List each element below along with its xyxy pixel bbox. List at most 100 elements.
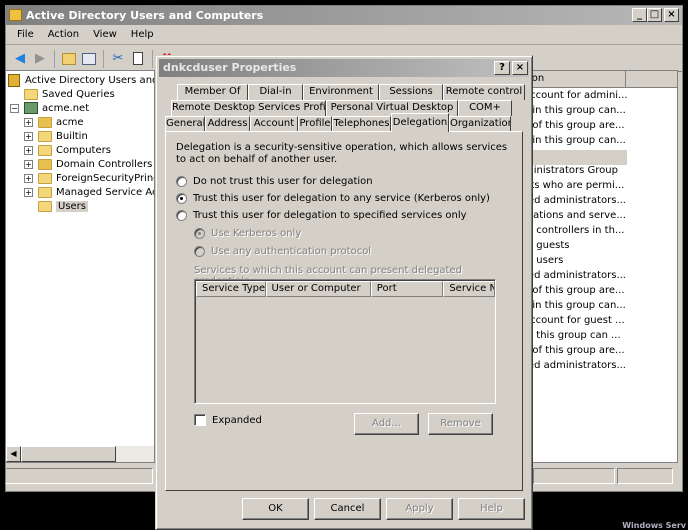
- expand-icon[interactable]: +: [24, 159, 33, 169]
- radio-button[interactable]: [176, 193, 187, 204]
- column-port[interactable]: Port: [370, 281, 444, 297]
- tab-general[interactable]: General: [165, 116, 205, 132]
- show-console-tree-icon[interactable]: [81, 51, 97, 67]
- tree-item-acme-net[interactable]: − acme.net: [10, 101, 89, 115]
- tree-item-acme[interactable]: + acme: [24, 115, 84, 129]
- list-row[interactable]: ted administrators...: [521, 195, 627, 210]
- expand-icon[interactable]: +: [24, 131, 33, 141]
- tree-item-users[interactable]: Users: [38, 199, 89, 213]
- list-row[interactable]: s of this group are...: [521, 285, 627, 300]
- scrollbar-thumb[interactable]: [21, 446, 116, 462]
- services-list-header: Service Type User or Computer Port Servi…: [196, 281, 495, 297]
- back-arrow-icon[interactable]: ◀: [12, 51, 28, 67]
- column-extra[interactable]: [626, 71, 677, 88]
- dialog-title: dnkcduser Properties: [163, 61, 297, 74]
- apply-button[interactable]: Apply: [386, 498, 453, 520]
- radio-button: [194, 228, 205, 239]
- list-row[interactable]: s in this group can...: [521, 300, 627, 315]
- column-service-name[interactable]: Service Na: [443, 281, 495, 297]
- column-service-type[interactable]: Service Type: [196, 281, 266, 297]
- expand-icon[interactable]: +: [24, 187, 33, 197]
- list-row[interactable]: in this group can ...: [521, 330, 627, 345]
- list-row[interactable]: account for guest ...: [521, 315, 627, 330]
- column-user-or-computer[interactable]: User or Computer: [265, 281, 371, 297]
- tab-remote-control[interactable]: Remote control: [443, 84, 525, 100]
- tab-address[interactable]: Address: [205, 116, 250, 132]
- tab-dial-in[interactable]: Dial-in: [248, 84, 303, 100]
- tree-item-computers[interactable]: + Computers: [24, 143, 111, 157]
- tree-item-saved-queries[interactable]: Saved Queries: [24, 87, 115, 101]
- list-row[interactable]: s in this group can...: [521, 135, 627, 150]
- horizontal-scrollbar[interactable]: ◀: [6, 446, 154, 462]
- menu-file[interactable]: File: [10, 29, 41, 41]
- tree-item-foreign-security-principals[interactable]: + ForeignSecurityPrinci: [24, 171, 154, 185]
- expand-icon[interactable]: +: [24, 145, 33, 155]
- menu-help[interactable]: Help: [124, 29, 161, 41]
- list-row[interactable]: stations and serve...: [521, 210, 627, 225]
- list-row[interactable]: in users: [521, 255, 627, 270]
- expand-icon[interactable]: +: [24, 117, 33, 127]
- list-row[interactable]: s in this group can...: [521, 105, 627, 120]
- dialog-close-button[interactable]: ×: [512, 61, 528, 75]
- menu-view[interactable]: View: [86, 29, 124, 41]
- tree-root[interactable]: Active Directory Users and C: [8, 73, 154, 87]
- remove-button[interactable]: Remove: [428, 413, 493, 435]
- list-row[interactable]: in controllers in th...: [521, 225, 627, 240]
- list-row[interactable]: ted administrators...: [521, 270, 627, 285]
- list-row[interactable]: in guests: [521, 240, 627, 255]
- radio-use-kerberos-only: Use Kerberos only: [194, 228, 301, 239]
- cut-icon[interactable]: ✂: [110, 51, 126, 67]
- tab-member-of[interactable]: Member Of: [177, 84, 248, 100]
- ok-button[interactable]: OK: [242, 498, 309, 520]
- tab-telephones[interactable]: Telephones: [332, 116, 391, 132]
- tree-item-label: Computers: [56, 144, 111, 156]
- scroll-left-icon[interactable]: ◀: [6, 446, 21, 462]
- radio-trust-specified-services[interactable]: Trust this user for delegation to specif…: [176, 210, 467, 221]
- forward-arrow-icon[interactable]: ▶: [32, 51, 48, 67]
- tab-account[interactable]: Account: [250, 116, 298, 132]
- list-row[interactable]: [521, 150, 627, 165]
- expanded-label: Expanded: [212, 414, 262, 426]
- column-description[interactable]: tion: [521, 71, 626, 88]
- help-question-button[interactable]: ?: [494, 61, 510, 75]
- tab-com-plus[interactable]: COM+: [458, 100, 512, 116]
- collapse-icon[interactable]: −: [10, 103, 19, 113]
- expand-icon[interactable]: +: [24, 173, 33, 183]
- list-row[interactable]: s of this group are...: [521, 120, 627, 135]
- toolbar-separator: [54, 49, 55, 68]
- help-button[interactable]: Help: [458, 498, 525, 520]
- radio-do-not-trust[interactable]: Do not trust this user for delegation: [176, 176, 373, 187]
- list-row[interactable]: ted administrators...: [521, 360, 627, 375]
- up-folder-icon[interactable]: [61, 51, 77, 67]
- tab-delegation[interactable]: Delegation: [391, 113, 449, 132]
- add-button[interactable]: Add...: [354, 413, 419, 435]
- close-button[interactable]: ×: [664, 8, 679, 22]
- tab-profile[interactable]: Profile: [298, 116, 332, 132]
- radio-trust-any-service[interactable]: Trust this user for delegation to any se…: [176, 193, 490, 204]
- list-row[interactable]: ministrators Group: [521, 165, 627, 180]
- expanded-checkbox-row[interactable]: Expanded: [194, 414, 262, 426]
- menu-action[interactable]: Action: [41, 29, 86, 41]
- os-watermark: Windows Serv: [622, 521, 686, 530]
- list-row[interactable]: s of this group are...: [521, 345, 627, 360]
- maximize-button[interactable]: □: [647, 8, 662, 22]
- tree-item-label: Domain Controllers: [56, 158, 153, 170]
- tab-rds-profile[interactable]: Remote Desktop Services Profile: [171, 100, 326, 116]
- tab-organization[interactable]: Organization: [449, 116, 511, 132]
- tab-sessions[interactable]: Sessions: [379, 84, 443, 100]
- minimize-button[interactable]: _: [632, 8, 647, 22]
- cancel-button[interactable]: Cancel: [314, 498, 381, 520]
- list-row[interactable]: nts who are permi...: [521, 180, 627, 195]
- radio-button[interactable]: [176, 210, 187, 221]
- tab-environment[interactable]: Environment: [303, 84, 379, 100]
- tree-item-builtin[interactable]: + Builtin: [24, 129, 88, 143]
- paste-icon[interactable]: [130, 51, 146, 67]
- tree-item-managed-service-accounts[interactable]: + Managed Service Acc: [24, 185, 154, 199]
- radio-button[interactable]: [176, 176, 187, 187]
- expanded-checkbox[interactable]: [194, 414, 206, 426]
- list-row[interactable]: account for admini...: [521, 90, 627, 105]
- tree-item-domain-controllers[interactable]: + Domain Controllers: [24, 157, 152, 171]
- delegation-description: Delegation is a security-sensitive opera…: [176, 142, 508, 165]
- dialog-title-bar[interactable]: dnkcduser Properties ? ×: [159, 59, 529, 77]
- main-title-bar[interactable]: Active Directory Users and Computers _ □…: [6, 6, 682, 25]
